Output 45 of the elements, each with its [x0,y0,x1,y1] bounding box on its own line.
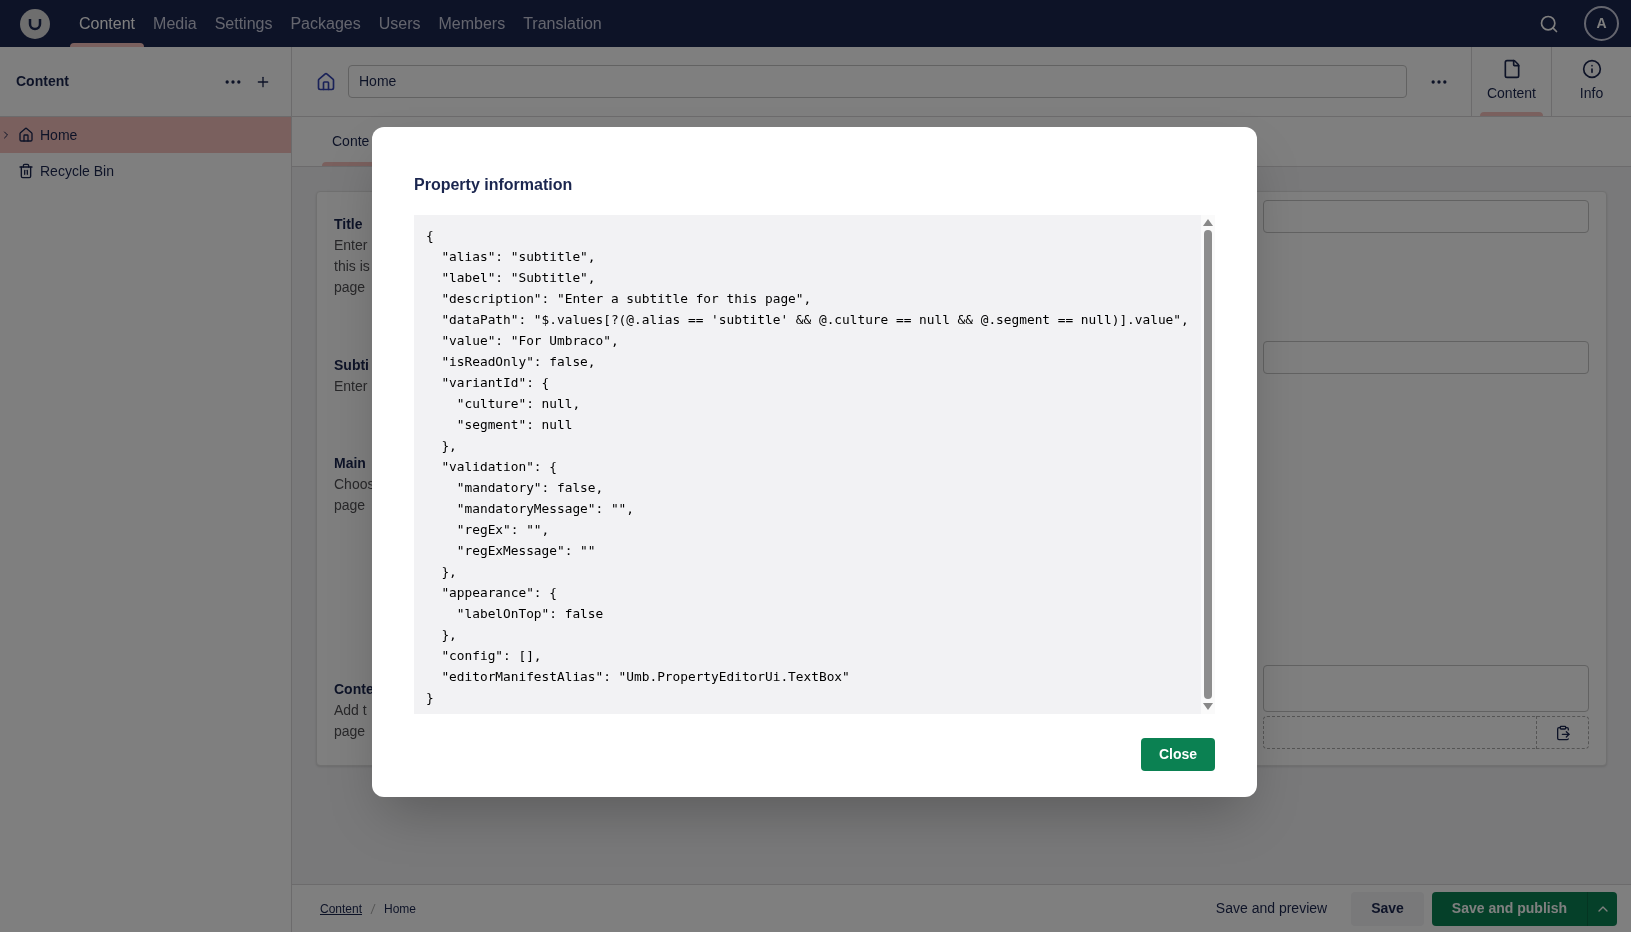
save-button[interactable]: Save [1351,891,1424,926]
view-tab[interactable]: Content [1471,47,1551,116]
user-avatar[interactable]: A [1584,6,1619,41]
scroll-down-icon[interactable] [1203,703,1213,710]
save-preview-button[interactable]: Save and preview [1199,891,1344,926]
separator-icon [370,902,377,915]
logo-icon [20,8,50,39]
name-field[interactable]: Home [348,65,1407,98]
nav-tab[interactable]: Settings [205,0,282,47]
scroll-up-icon[interactable] [1203,219,1213,226]
property-label: Main [334,454,366,473]
home-icon [18,127,34,143]
view-tab[interactable]: Info [1551,47,1631,116]
code-text: { "alias": "subtitle", "label": "Subtitle", "description": "Enter a subtitle for this page", "dataPath": "$.values[?(@.alias == 'subtitle' && @.culture == null && @.segment == null)].value", "value": "For Umbraco", "isReadOnly": false, "variantId": { "culture": null, "segment": null }, "validation": { "mandatory": false, "mandatoryMessage": "", "regEx": "", "regExMessage": "" }, "appearance": { "labelOnTop": false }, "config": [], "editorManifestAlias": "Umb.PropertyEditorUi.TextBox" } [425,227,1190,707]
nav-tab[interactable]: Members [429,0,515,47]
tree-item[interactable]: Home [0,117,291,153]
nav-tab[interactable]: Translation [514,0,611,47]
property-label: Subti [334,356,369,375]
clipboard-icon [1554,724,1571,741]
tree-item-label: Home [40,125,78,145]
tree-item-label: Recycle Bin [40,161,114,181]
info-icon [1581,59,1602,79]
property-description: Enter [334,377,368,396]
text-input[interactable] [1263,200,1589,233]
text-input[interactable] [1263,341,1589,374]
breadcrumb-current: Home [384,900,417,918]
tree-item[interactable]: Recycle Bin [0,153,291,189]
property-description: Enter this is page [334,236,370,297]
add-block-field[interactable] [1263,716,1537,749]
property-label: Conte [334,680,374,699]
nav-tab[interactable]: Media [144,0,206,47]
nav-tab[interactable]: Content [70,0,145,47]
nav-tab[interactable]: Users [369,0,430,47]
nav-tab[interactable]: Packages [281,0,370,47]
dialog-title: Property information [414,175,574,195]
paste-button[interactable] [1537,716,1589,749]
home-icon [316,71,336,92]
property-label: Title [334,215,363,234]
search-icon[interactable] [1539,13,1559,34]
scroll-thumb[interactable] [1204,230,1212,699]
breadcrumb-link[interactable]: Content [320,899,363,918]
close-button[interactable]: Close [1140,738,1215,771]
property-description: Add t page [334,701,367,741]
trash-icon [18,163,34,179]
sidebar-title: Content [16,72,69,91]
